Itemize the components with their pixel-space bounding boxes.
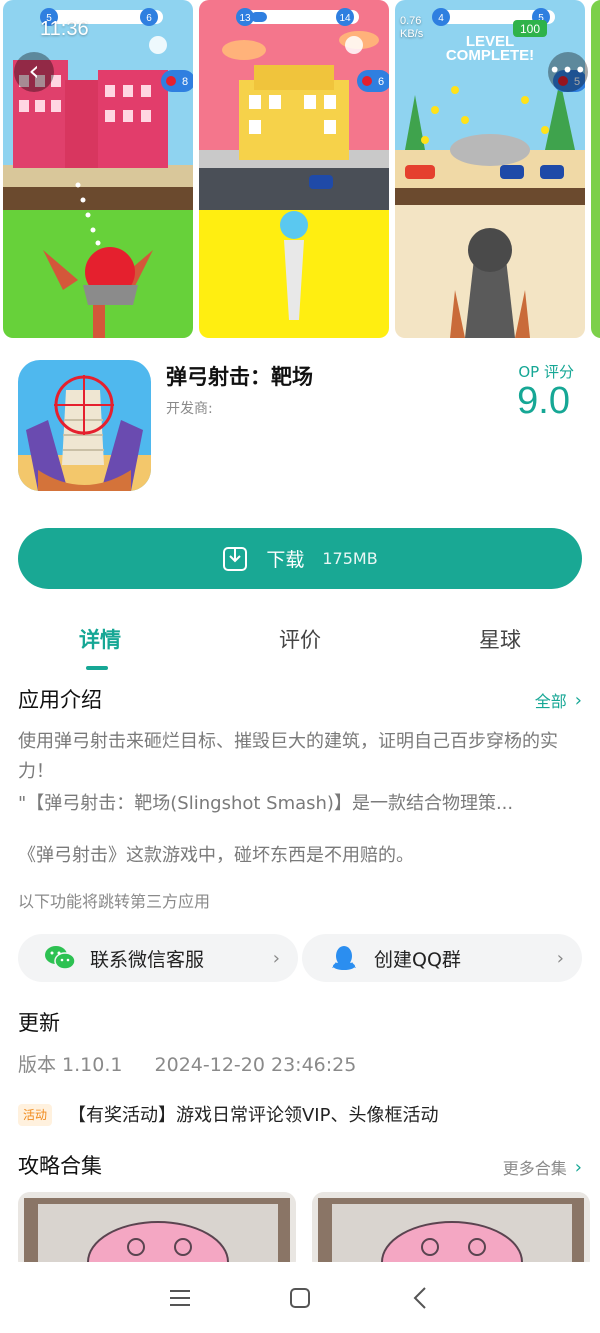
guides-more-link[interactable]: 更多合集 › (503, 1155, 582, 1179)
more-button[interactable]: ••• (548, 52, 588, 92)
intro-paragraph-2: "【弹弓射击：靶场(Slingshot Smash)】是一款结合物理策... (18, 793, 514, 814)
chevron-right-icon: › (574, 689, 582, 711)
guide-card[interactable] (312, 1192, 590, 1272)
version-info: 版本 1.10.1 2024-12-20 23:46:25 (18, 1050, 382, 1077)
download-icon (223, 546, 248, 571)
version-number: 版本 1.10.1 (18, 1054, 123, 1076)
home-button[interactable] (280, 1278, 320, 1318)
intro-paragraph-3: 《弹弓射击》这款游戏中，碰坏东西是不用赔的。 (18, 845, 414, 866)
intro-title: 应用介绍 (18, 688, 102, 712)
menu-icon (170, 1289, 190, 1306)
status-time: 11:36 (40, 18, 89, 40)
badge-2: 6 (378, 76, 384, 88)
tab-reviews[interactable]: 评价 (200, 624, 400, 672)
download-size: 175MB (322, 549, 378, 568)
event-badge: 活动 (18, 1104, 53, 1126)
back-button[interactable]: ‹ (14, 52, 54, 92)
tab-details[interactable]: 详情 (0, 624, 200, 672)
tab-planet[interactable]: 星球 (400, 624, 600, 672)
qq-group-label: 创建QQ群 (374, 948, 461, 971)
update-title: 更新 (18, 1011, 60, 1035)
screenshot-2[interactable]: 13 14 6 (199, 0, 389, 338)
wechat-service-label: 联系微信客服 (90, 948, 205, 971)
screenshot-3[interactable]: LEVEL COMPLETE! 4 5 100 5 (395, 0, 585, 338)
hud-right-2: 14 (339, 13, 351, 24)
screenshot-carousel[interactable]: 5 6 8 13 14 6 LEVEL COMPLETE! 4 5 100 5 … (0, 0, 600, 338)
badge-1: 8 (182, 76, 188, 88)
system-back-button[interactable] (400, 1278, 440, 1318)
intro-more-label: 全部 (534, 692, 567, 711)
download-button[interactable]: 下载 175MB (18, 528, 582, 589)
app-icon (18, 360, 151, 491)
third-party-note: 以下功能将跳转第三方应用 (18, 892, 211, 911)
qq-icon (332, 946, 356, 970)
hud-right-1: 6 (146, 13, 152, 24)
intro-paragraph-1: 使用弹弓射击来砸烂目标、摧毁巨大的建筑，证明自己百步穿杨的实力！ (18, 731, 558, 782)
chevron-right-icon: › (574, 1156, 582, 1178)
chevron-right-icon: › (272, 947, 280, 969)
banner-line2: COMPLETE! (446, 47, 534, 64)
back-nav-icon (413, 1286, 426, 1309)
menu-button[interactable] (160, 1278, 200, 1318)
network-speed: 0.76 KB/s (400, 15, 424, 40)
screenshot-1[interactable]: 5 6 8 (3, 0, 193, 338)
intro-more-link[interactable]: 全部 › (535, 688, 582, 712)
guide-card[interactable] (18, 1192, 296, 1272)
guides-more-label: 更多合集 (502, 1159, 567, 1178)
guides-title: 攻略合集 (18, 1154, 102, 1178)
update-date: 2024-12-20 23:46:25 (154, 1054, 357, 1076)
rating-label: OP 评分 (518, 363, 574, 381)
tab-bar: 详情 评价 星球 (0, 624, 600, 672)
event-link[interactable]: 【有奖活动】游戏日常评论领VIP、头像框活动 (68, 1101, 438, 1127)
score-3: 100 (520, 22, 540, 36)
more-icon: ••• (548, 58, 588, 82)
hud-left-2: 13 (239, 13, 251, 24)
developer-label: 开发商: (166, 401, 213, 417)
rating-value: 9.0 (517, 380, 570, 422)
download-label: 下载 (266, 549, 305, 571)
back-icon: ‹ (28, 54, 40, 87)
app-title: 弹弓射击：靶场 (166, 365, 313, 389)
chevron-right-icon: › (556, 947, 564, 969)
wechat-service-button[interactable]: 联系微信客服 › (18, 934, 298, 982)
hud-left-3: 4 (438, 13, 444, 24)
qq-group-button[interactable]: 创建QQ群 › (302, 934, 582, 982)
screenshot-4[interactable] (591, 0, 600, 338)
home-icon (290, 1287, 310, 1308)
system-nav-bar (0, 1262, 600, 1333)
tab-indicator (86, 666, 108, 670)
wechat-icon (45, 946, 76, 970)
